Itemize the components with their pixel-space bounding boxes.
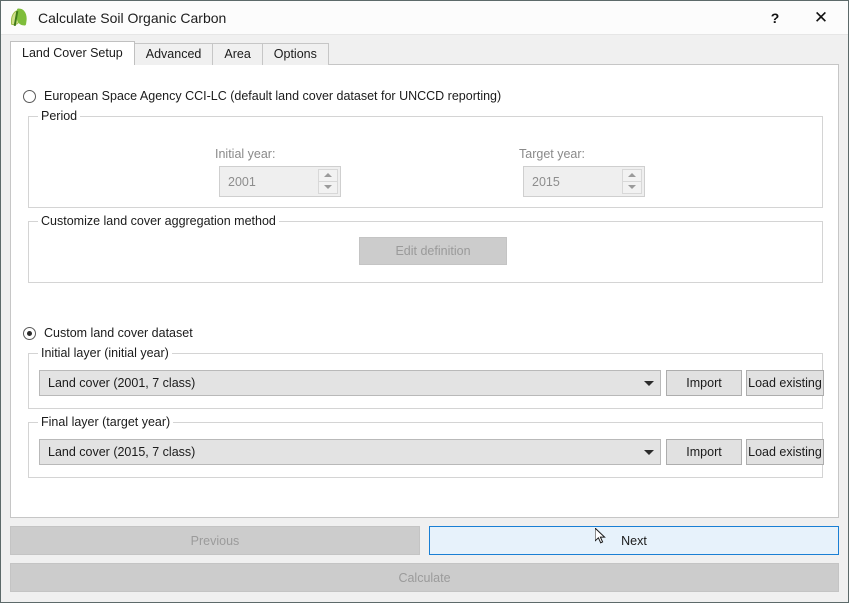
group-period-title: Period [38, 109, 80, 123]
group-period: Period [28, 116, 823, 208]
target-year-spinbox[interactable]: 2015 [523, 166, 645, 197]
initial-year-label: Initial year: [215, 147, 275, 161]
tab-area[interactable]: Area [212, 43, 262, 65]
target-year-label: Target year: [519, 147, 585, 161]
footer-bar: Previous Next Calculate [1, 518, 848, 602]
radio-custom-dataset[interactable]: Custom land cover dataset [23, 326, 193, 340]
title-bar: Calculate Soil Organic Carbon ? ✕ [1, 1, 848, 35]
target-year-down-icon[interactable] [622, 182, 642, 195]
radio-custom-indicator [23, 327, 36, 340]
target-year-value: 2015 [524, 167, 622, 196]
tab-advanced[interactable]: Advanced [134, 43, 214, 65]
edit-definition-button[interactable]: Edit definition [359, 237, 507, 265]
previous-button[interactable]: Previous [10, 526, 420, 555]
tab-land-cover-setup[interactable]: Land Cover Setup [10, 41, 135, 65]
initial-layer-import-button[interactable]: Import [666, 370, 742, 396]
initial-layer-combo-value: Land cover (2001, 7 class) [40, 376, 638, 390]
chevron-down-icon[interactable] [638, 450, 660, 455]
initial-year-down-icon[interactable] [318, 182, 338, 195]
mouse-cursor-icon [595, 528, 607, 546]
final-layer-load-existing-button[interactable]: Load existing [746, 439, 824, 465]
tab-strip: Land Cover Setup Advanced Area Options [10, 41, 839, 65]
dialog-window: Calculate Soil Organic Carbon ? ✕ Land C… [0, 0, 849, 603]
group-aggregation-title: Customize land cover aggregation method [38, 214, 279, 228]
next-button[interactable]: Next [429, 526, 839, 555]
nav-button-row: Previous Next [10, 526, 839, 555]
radio-custom-label: Custom land cover dataset [44, 326, 193, 340]
radio-esa-label: European Space Agency CCI-LC (default la… [44, 89, 501, 103]
final-layer-import-button[interactable]: Import [666, 439, 742, 465]
group-initial-layer-title: Initial layer (initial year) [38, 346, 172, 360]
leaf-icon [10, 8, 29, 27]
target-year-up-icon[interactable] [622, 169, 642, 182]
radio-esa-cci-lc[interactable]: European Space Agency CCI-LC (default la… [23, 89, 501, 103]
target-year-steppers[interactable] [622, 169, 642, 194]
initial-layer-load-existing-button[interactable]: Load existing [746, 370, 824, 396]
help-button[interactable]: ? [752, 1, 798, 34]
initial-layer-combobox[interactable]: Land cover (2001, 7 class) [39, 370, 661, 396]
group-final-layer-title: Final layer (target year) [38, 415, 173, 429]
initial-year-value: 2001 [220, 167, 318, 196]
calculate-button[interactable]: Calculate [10, 563, 839, 592]
final-layer-combobox[interactable]: Land cover (2015, 7 class) [39, 439, 661, 465]
close-icon[interactable]: ✕ [798, 1, 844, 34]
chevron-down-icon[interactable] [638, 381, 660, 386]
window-title: Calculate Soil Organic Carbon [38, 10, 752, 26]
initial-year-steppers[interactable] [318, 169, 338, 194]
tab-panel-land-cover-setup: European Space Agency CCI-LC (default la… [10, 64, 839, 518]
radio-esa-indicator [23, 90, 36, 103]
initial-year-spinbox[interactable]: 2001 [219, 166, 341, 197]
tab-area: Land Cover Setup Advanced Area Options E… [10, 41, 839, 518]
next-button-label: Next [621, 534, 647, 548]
initial-year-up-icon[interactable] [318, 169, 338, 182]
tab-options[interactable]: Options [262, 43, 329, 65]
final-layer-combo-value: Land cover (2015, 7 class) [40, 445, 638, 459]
